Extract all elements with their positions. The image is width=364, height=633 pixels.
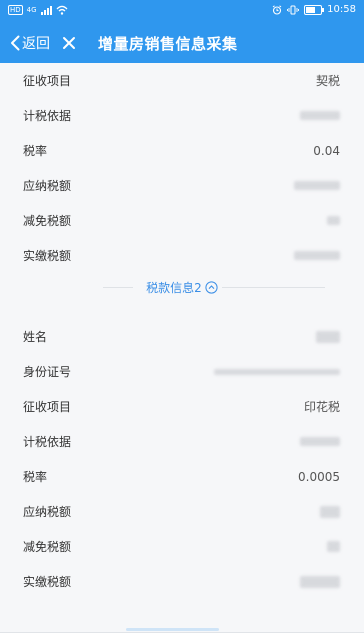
field-value: 0.0005 <box>298 469 340 484</box>
field-row-tax-basis: 计税依据 <box>0 98 364 133</box>
section-divider: 税款信息2 <box>0 273 364 301</box>
status-time: 10:58 <box>327 4 356 15</box>
field-row-levy-item: 征收项目 契税 <box>0 63 364 98</box>
close-icon <box>63 37 75 49</box>
vibrate-icon <box>287 5 300 15</box>
status-right: 10:58 <box>272 0 356 20</box>
section-toggle-label: 税款信息2 <box>146 280 202 295</box>
field-row-tax-paid: 实缴税额 <box>0 564 364 599</box>
signal-icon <box>40 5 52 15</box>
alarm-icon <box>272 5 282 15</box>
content: 征收项目 契税 计税依据 税率 0.04 应纳税额 减免税额 实缴税额 税款信息… <box>0 63 364 599</box>
redacted-value <box>320 505 340 518</box>
field-row-name: 姓名 <box>0 319 364 354</box>
redacted-value <box>294 251 340 260</box>
page-title: 增量房销售信息采集 <box>98 34 238 53</box>
screen: HD 4G 10:58 返回 增量房销售信息采集 征收项目 契税 计税依据 税率… <box>0 0 364 633</box>
field-label: 应纳税额 <box>23 505 72 519</box>
field-row-tax-rate: 税率 0.0005 <box>0 459 364 494</box>
battery-icon <box>304 5 325 15</box>
home-indicator <box>126 628 219 631</box>
field-label: 税率 <box>23 470 48 484</box>
close-button[interactable] <box>62 36 76 50</box>
wifi-icon <box>56 5 68 15</box>
field-label: 减免税额 <box>23 214 72 228</box>
redacted-value <box>294 181 340 190</box>
redacted-value <box>300 575 340 588</box>
network-type: 4G <box>26 6 37 14</box>
back-label: 返回 <box>22 36 50 52</box>
field-row-id-number: 身份证号 <box>0 354 364 389</box>
chevron-up-circle-icon <box>205 280 218 294</box>
field-label: 减免税额 <box>23 540 72 554</box>
redacted-value <box>327 541 340 552</box>
divider-line-right <box>215 287 325 288</box>
redacted-value <box>300 111 340 120</box>
field-label: 税率 <box>23 144 48 158</box>
field-row-tax-paid: 实缴税额 <box>0 238 364 273</box>
redacted-value <box>300 437 340 446</box>
field-label: 计税依据 <box>23 109 72 123</box>
back-button[interactable]: 返回 <box>10 33 50 53</box>
field-value: 0.04 <box>313 143 340 158</box>
status-bar: HD 4G 10:58 <box>0 0 364 20</box>
field-label: 实缴税额 <box>23 575 72 589</box>
back-arrow-icon <box>11 35 20 51</box>
network-badge: HD <box>8 5 23 15</box>
redacted-value <box>327 216 340 225</box>
field-row-tax-rate: 税率 0.04 <box>0 133 364 168</box>
field-label: 姓名 <box>23 330 48 344</box>
redacted-value <box>214 368 340 375</box>
header: HD 4G 10:58 返回 增量房销售信息采集 <box>0 0 364 63</box>
divider-line-left <box>103 287 133 288</box>
field-label: 计税依据 <box>23 435 72 449</box>
field-row-tax-payable: 应纳税额 <box>0 494 364 529</box>
field-row-tax-reduction: 减免税额 <box>0 529 364 564</box>
field-row-tax-payable: 应纳税额 <box>0 168 364 203</box>
field-label: 应纳税额 <box>23 179 72 193</box>
tax-info-2-toggle[interactable]: 税款信息2 <box>142 278 222 296</box>
field-value: 印花税 <box>303 400 340 414</box>
field-row-tax-basis: 计税依据 <box>0 424 364 459</box>
nav-bar: 返回 增量房销售信息采集 <box>0 27 364 59</box>
field-label: 实缴税额 <box>23 249 72 263</box>
redacted-value <box>316 330 340 343</box>
field-row-levy-item: 征收项目 印花税 <box>0 389 364 424</box>
field-label: 征收项目 <box>23 400 72 414</box>
field-label: 身份证号 <box>23 365 72 379</box>
field-value: 契税 <box>315 74 340 88</box>
field-row-tax-reduction: 减免税额 <box>0 203 364 238</box>
field-label: 征收项目 <box>23 74 72 88</box>
status-left: HD 4G <box>8 0 68 20</box>
